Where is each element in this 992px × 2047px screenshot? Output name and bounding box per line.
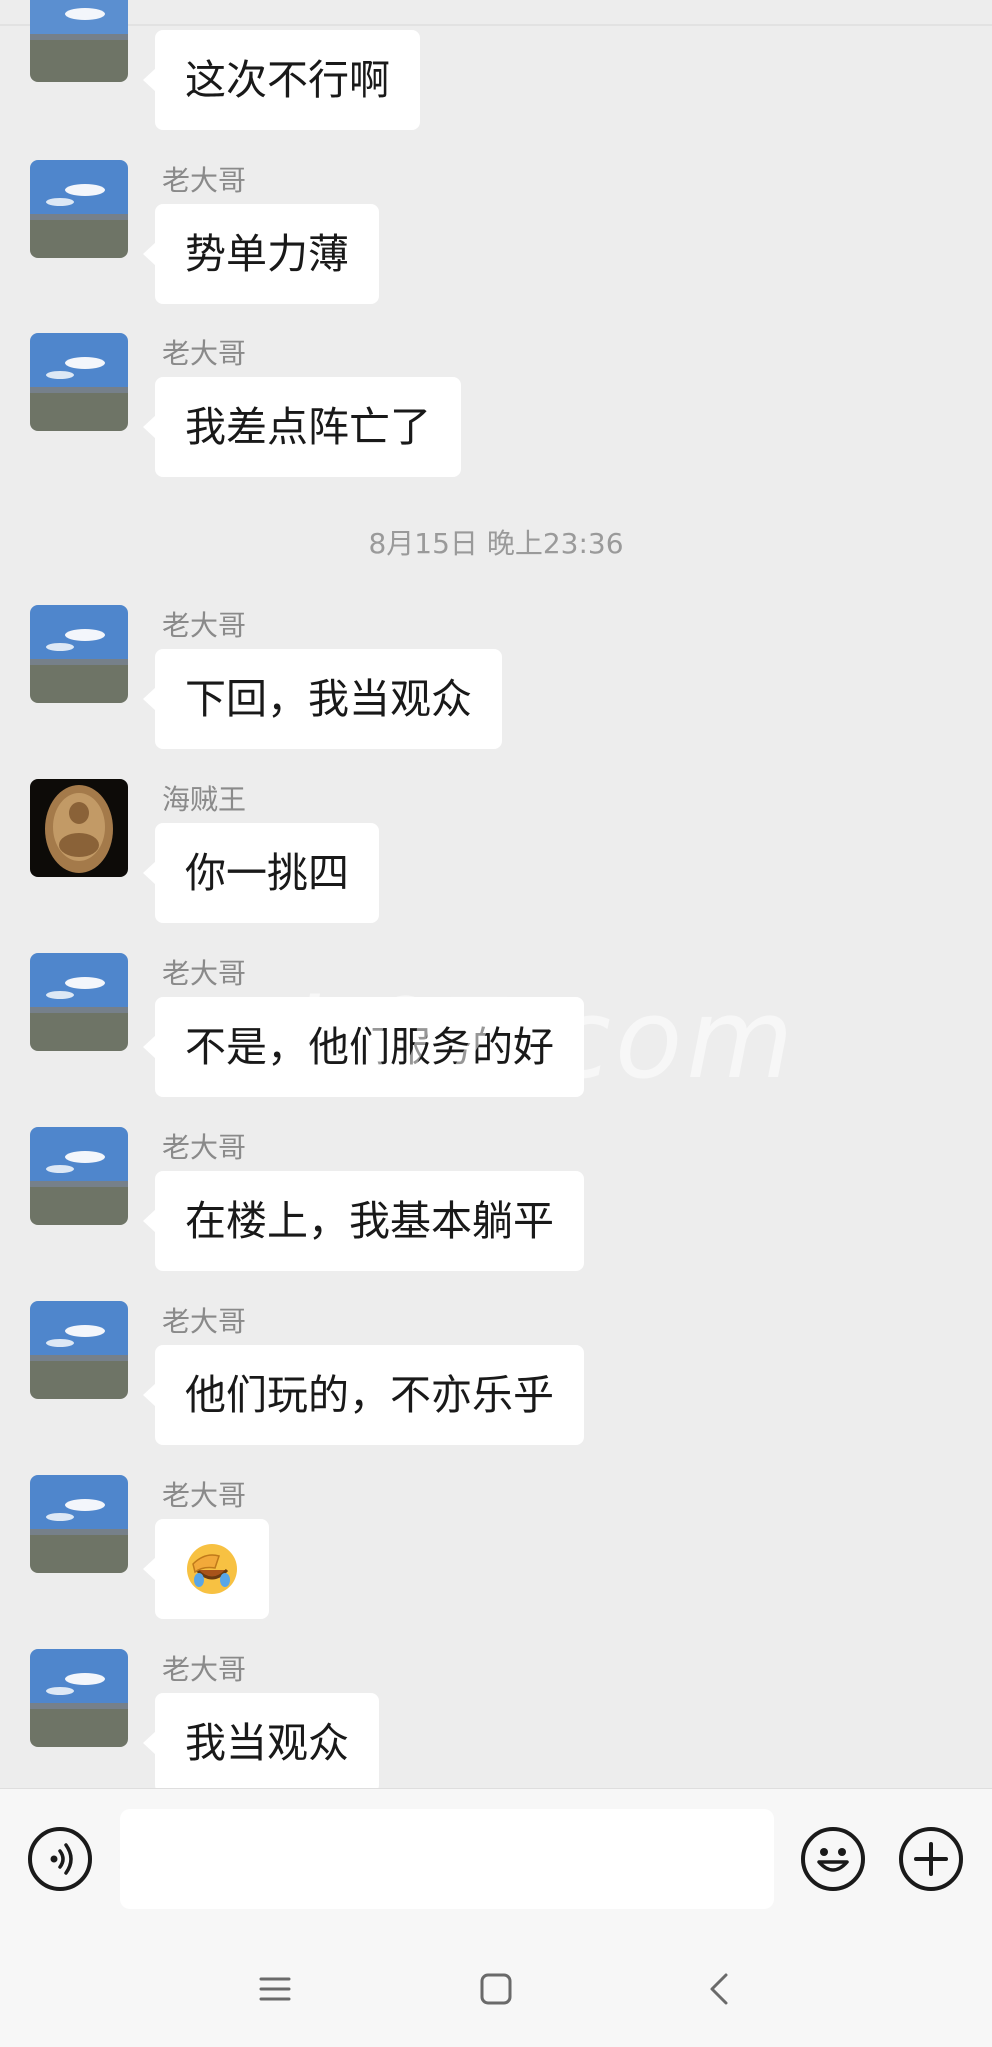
- message-bubble[interactable]: 你一挑四: [143, 823, 379, 923]
- top-divider: [0, 24, 992, 26]
- menu-button[interactable]: [245, 1959, 305, 2019]
- menu-icon: [259, 1977, 291, 2001]
- chat-area[interactable]: 这次不行啊 老大哥 势单力薄 老大哥 我差点阵亡了 8月15日 晚上23:36 …: [0, 0, 992, 1788]
- avatar[interactable]: [30, 779, 128, 877]
- watermark: i 07.com: [290, 975, 798, 1103]
- input-bar: [0, 1788, 992, 1929]
- avatar[interactable]: [30, 1127, 128, 1225]
- sender-name: 老大哥: [162, 1131, 247, 1164]
- system-nav-bar: [0, 1929, 992, 2047]
- home-icon: [480, 1973, 512, 2005]
- avatar[interactable]: [30, 160, 128, 258]
- avatar[interactable]: [30, 1649, 128, 1747]
- plus-button[interactable]: [899, 1827, 963, 1891]
- back-button[interactable]: [690, 1959, 750, 2019]
- sender-name: 老大哥: [162, 337, 247, 370]
- message-bubble[interactable]: 我当观众: [143, 1693, 379, 1788]
- emoji-button[interactable]: [801, 1827, 865, 1891]
- message-bubble[interactable]: 势单力薄: [143, 204, 379, 304]
- avatar[interactable]: [30, 333, 128, 431]
- message-bubble[interactable]: 🤦: [143, 1519, 269, 1619]
- message-bubble[interactable]: 这次不行啊: [143, 30, 420, 130]
- message-bubble[interactable]: 他们玩的，不亦乐乎: [143, 1345, 584, 1445]
- message-input[interactable]: [120, 1809, 774, 1909]
- back-icon: [710, 1973, 728, 2005]
- emoji-icon: [817, 1848, 849, 1872]
- avatar[interactable]: [30, 0, 128, 82]
- sender-name: 海贼王: [162, 783, 247, 816]
- sender-name: 老大哥: [162, 164, 247, 197]
- sender-name: 老大哥: [162, 1479, 247, 1512]
- avatar[interactable]: [30, 1475, 128, 1573]
- sender-name: 老大哥: [162, 1305, 247, 1338]
- home-button[interactable]: [466, 1959, 526, 2019]
- message-bubble[interactable]: 下回，我当观众: [143, 649, 502, 749]
- sender-name: 老大哥: [162, 957, 247, 990]
- avatar[interactable]: [30, 605, 128, 703]
- avatar[interactable]: [30, 1301, 128, 1399]
- message-bubble[interactable]: 我差点阵亡了: [143, 377, 461, 477]
- timestamp: 8月15日 晚上23:36: [368, 527, 624, 560]
- voice-icon: [50, 1843, 73, 1875]
- avatar[interactable]: [30, 953, 128, 1051]
- plus-icon: [914, 1842, 948, 1876]
- voice-button[interactable]: [28, 1827, 92, 1891]
- sender-name: 老大哥: [162, 609, 247, 642]
- sender-name: 老大哥: [162, 1653, 247, 1686]
- message-bubble[interactable]: 在楼上，我基本躺平: [143, 1171, 584, 1271]
- facepalm-emoji-icon: [187, 1544, 237, 1594]
